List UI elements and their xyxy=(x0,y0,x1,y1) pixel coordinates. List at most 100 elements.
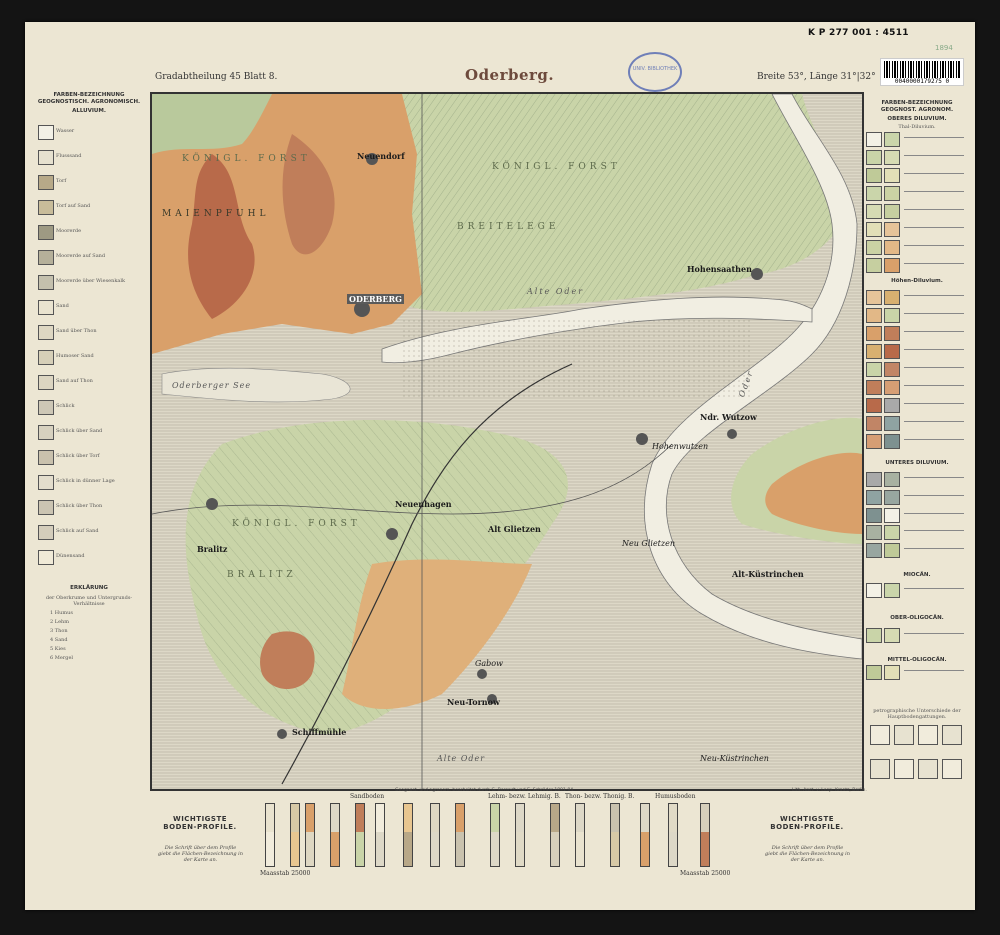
legend-right-swatch-agron xyxy=(884,186,900,201)
legend-right-swatch xyxy=(866,308,882,323)
label-bralitz-town: Bralitz xyxy=(197,544,228,554)
label-konigl-forst-w: KÖNIGL. FORST xyxy=(232,519,361,529)
legend-left-label: Schlick über Sand xyxy=(56,428,103,434)
legend-right-swatch xyxy=(866,186,882,201)
stamp-text: UNIV. BIBLIOTHEK xyxy=(632,66,678,72)
petrographic-symbol xyxy=(894,725,914,745)
legend-right-section-mitteloligo: MITTEL-OLIGOCÄN. xyxy=(887,657,947,663)
label-konigl-forst-nw: KÖNIGL. FORST xyxy=(182,154,311,164)
legend-left-swatch xyxy=(38,250,54,265)
label-neuenhagen: Neuenhagen xyxy=(395,499,452,509)
legend-right-swatch-agron xyxy=(884,583,900,598)
legend-left-label: Schlick xyxy=(56,403,75,409)
legend-left-swatch xyxy=(38,175,54,190)
pencil-note: 1894 xyxy=(935,44,953,52)
petrographic-symbol xyxy=(918,759,938,779)
label-neuendorf: Neuendorf xyxy=(357,151,405,161)
legend-right-swatch xyxy=(866,240,882,255)
legend-left-label: Moorerde über Wiesenkalk xyxy=(56,278,125,284)
label-oderberger-see: Oderberger See xyxy=(172,381,252,390)
category-lehm: Lehm- bezw. Lehmig. B. xyxy=(488,793,561,800)
legend-left-label: Flusssand xyxy=(56,153,82,159)
legend-right-desc-line xyxy=(904,367,964,368)
legend-left-swatch xyxy=(38,325,54,340)
petrographic-symbol xyxy=(870,759,890,779)
town-neuenhagen xyxy=(386,528,398,540)
legend-right-swatch-agron xyxy=(884,240,900,255)
barcode-number: 0040000179275 0 xyxy=(894,78,950,85)
map-title: Oderberg. xyxy=(465,66,555,84)
legend-left-label: Schlick auf Sand xyxy=(56,528,99,534)
legend-right-swatch xyxy=(866,416,882,431)
label-neu-kuestrinchen: Neu-Küstrinchen xyxy=(700,754,769,763)
legend-note: 3 Thon xyxy=(50,628,68,634)
legend-left-swatch xyxy=(38,475,54,490)
soil-profile-column xyxy=(575,803,585,867)
town-ndr-wutzow xyxy=(727,429,737,439)
legend-right-swatch-agron xyxy=(884,326,900,341)
library-stamp: UNIV. BIBLIOTHEK xyxy=(628,52,682,92)
legend-left-swatch xyxy=(38,275,54,290)
legend-right-desc-line xyxy=(904,349,964,350)
label-ndr-wutzow: Ndr. Wutzow xyxy=(700,412,757,422)
header-coordinates: Breite 53°, Länge 31°|32° xyxy=(757,72,876,82)
town-gabow xyxy=(477,669,487,679)
soil-profile-column xyxy=(330,803,340,867)
label-oderberg: ODERBERG xyxy=(347,294,404,304)
shelfmark: K P 277 001 : 4511 xyxy=(808,28,909,38)
legend-right-desc-line xyxy=(904,403,964,404)
legend-right-heading: FARBEN-BEZEICHNUNG xyxy=(881,100,953,106)
legend-right-desc-line xyxy=(904,421,964,422)
legend-right-subheading: GEOGNOST. AGRONOM. xyxy=(880,107,954,113)
legend-right-desc-line xyxy=(904,477,964,478)
legend-right-swatch xyxy=(866,222,882,237)
town-bralitz xyxy=(206,498,218,510)
legend-right-swatch xyxy=(866,380,882,395)
legend-right-swatch-agron xyxy=(884,665,900,680)
legend-right-swatch xyxy=(866,398,882,413)
legend-right-desc-line xyxy=(904,137,964,138)
legend-right-thal: Thal-Diluvium. xyxy=(898,124,936,130)
barcode: 0040000179275 0 xyxy=(880,58,964,86)
header-sheet-number: Gradabtheilung 45 Blatt 8. xyxy=(155,72,278,82)
legend-right-desc-line xyxy=(904,385,964,386)
legend-left-swatch xyxy=(38,125,54,140)
sand-dots xyxy=(402,319,752,399)
soil-profile-column xyxy=(290,803,300,867)
legend-left-label: Schlick in dünner Lage xyxy=(56,478,115,484)
barcode-bars xyxy=(884,61,960,78)
soil-profile-column xyxy=(668,803,678,867)
legend-left-swatch xyxy=(38,150,54,165)
legend-right-desc-line xyxy=(904,495,964,496)
legend-left-label: Moorerde auf Sand xyxy=(56,253,106,259)
legend-right-swatch xyxy=(866,472,882,487)
legend-left-label: Sand auf Thon xyxy=(56,378,93,384)
legend-left-swatch xyxy=(38,225,54,240)
legend-right-swatch xyxy=(866,168,882,183)
legend-right-swatch xyxy=(866,525,882,540)
petrographic-symbol xyxy=(942,725,962,745)
legend-right-swatch-agron xyxy=(884,508,900,523)
geological-map: KÖNIGL. FORST MAIENPFUHL Neuendorf KÖNIG… xyxy=(150,92,864,791)
label-neu-tornow: Neu-Tornow xyxy=(447,697,500,707)
legend-right-swatch xyxy=(866,290,882,305)
legend-left-label: Schlick über Thon xyxy=(56,503,103,509)
petrographic-symbol xyxy=(918,725,938,745)
legend-right-swatch-agron xyxy=(884,168,900,183)
legend-left-swatch xyxy=(38,400,54,415)
lithographer: Lith. Anst. v. Leop. Kraatz, Berlin. xyxy=(792,788,867,793)
legend-left-label: Torf xyxy=(56,178,67,184)
legend-right-swatch-agron xyxy=(884,525,900,540)
legend-left-erkl-sub: der Oberkrume und Untergrunds-Verhältnis… xyxy=(45,595,133,607)
town-hohensaathen xyxy=(751,268,763,280)
legend-right-desc-line xyxy=(904,331,964,332)
legend-right-section-miocaen: MIOCÄN. xyxy=(903,572,931,578)
legend-right-swatch-agron xyxy=(884,132,900,147)
legend-left-label: Schlick über Torf xyxy=(56,453,100,459)
legend-right-swatch xyxy=(866,583,882,598)
soil-profile-column xyxy=(265,803,275,867)
profile-note-left: Die Schrift über dem Profile giebt die F… xyxy=(158,845,243,863)
soil-profile-column xyxy=(305,803,315,867)
legend-right-swatch-agron xyxy=(884,362,900,377)
legend-right-swatch-agron xyxy=(884,398,900,413)
